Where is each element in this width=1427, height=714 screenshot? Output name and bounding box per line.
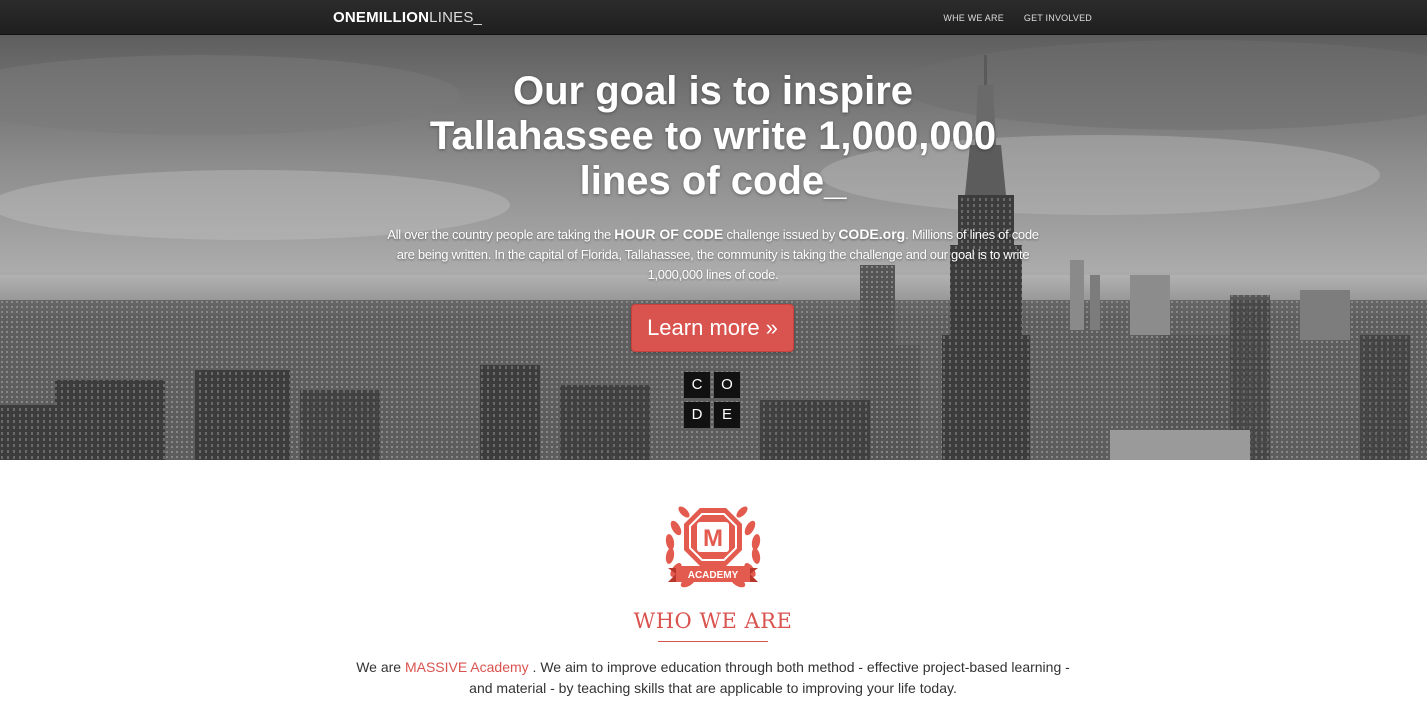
top-navbar: ONEMILLIONLINES_ WHE WE ARE GET INVOLVED	[0, 0, 1427, 35]
hero-text-part-2: challenge issued by	[723, 227, 839, 242]
code-org-highlight: CODE.org	[838, 226, 906, 242]
brand-bold-text: ONEMILLION	[333, 9, 430, 26]
brand-logo[interactable]: ONEMILLIONLINES_	[333, 8, 482, 28]
hero-title-line-3: lines of code_	[579, 159, 847, 203]
hero-description: All over the country people are taking t…	[378, 224, 1048, 285]
nav-links: WHE WE ARE GET INVOLVED	[943, 0, 1092, 35]
brand-light-text: LINES_	[429, 9, 483, 26]
about-text-part-1: We are	[356, 659, 405, 675]
about-text-part-2: . We aim to improve education through bo…	[469, 659, 1070, 696]
hour-of-code-highlight: HOUR OF CODE	[614, 226, 724, 242]
who-we-are-heading: WHO WE ARE	[633, 609, 793, 633]
hero-section: Our goal is to inspire Tallahassee to wr…	[0, 35, 1427, 460]
code-logo-letter-o: O	[714, 372, 740, 398]
nav-link-get-involved[interactable]: GET INVOLVED	[1024, 13, 1092, 23]
code-org-logo[interactable]: C O D E	[684, 372, 742, 430]
heading-underline	[658, 641, 768, 642]
hero-text-part-1: All over the country people are taking t…	[387, 227, 615, 242]
code-logo-letter-e: E	[714, 402, 740, 428]
hero-title-line-1: Our goal is to inspire	[512, 69, 914, 113]
badge-letter: M	[703, 525, 723, 552]
about-paragraph: We are MASSIVE Academy . We aim to impro…	[343, 657, 1083, 699]
code-logo-letter-c: C	[684, 372, 710, 398]
learn-more-button[interactable]: Learn more »	[631, 304, 794, 352]
hero-title: Our goal is to inspire Tallahassee to wr…	[363, 69, 1063, 204]
hero-title-line-2: Tallahassee to write 1,000,000	[429, 114, 997, 158]
massive-academy-link[interactable]: MASSIVE Academy	[405, 659, 529, 675]
nav-link-who-we-are[interactable]: WHE WE ARE	[943, 13, 1004, 23]
badge-ribbon-text: ACADEMY	[688, 570, 739, 581]
code-logo-letter-d: D	[684, 402, 710, 428]
massive-academy-badge: M ACADEMY	[665, 506, 761, 588]
